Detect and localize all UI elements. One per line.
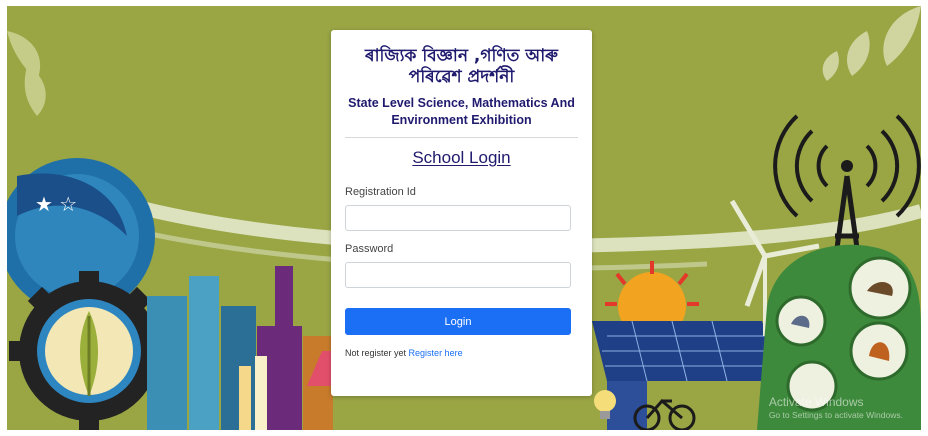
- activate-windows-watermark: Activate Windows Go to Settings to activ…: [769, 395, 903, 420]
- page-title-english: State Level Science, Mathematics And Env…: [348, 96, 575, 127]
- leaf-decoration-right-icon: [822, 6, 921, 81]
- watermark-subtitle: Go to Settings to activate Windows.: [768, 410, 903, 420]
- school-login-heading: School Login: [412, 148, 511, 167]
- register-prompt-line: Not register yet Register here: [345, 348, 578, 358]
- svg-text:★ ☆: ★ ☆: [35, 192, 77, 216]
- page-title-bengali: ৰাজ্যিক বিজ্ঞান ,গণিত আৰু পৰিৱেশ প্ৰদৰ্শ…: [365, 46, 558, 87]
- password-input[interactable]: [345, 262, 571, 288]
- registration-id-input[interactable]: [345, 205, 571, 231]
- password-label: Password: [345, 243, 394, 255]
- register-prompt-text: Not register yet: [345, 348, 407, 358]
- divider: [345, 137, 578, 138]
- login-card: ৰাজ্যিক বিজ্ঞান ,গণিত আৰু পৰিৱেশ প্ৰদৰ্শ…: [331, 30, 592, 396]
- leaf-decoration-left-icon: [7, 31, 46, 116]
- watermark-title: Activate Windows: [768, 395, 864, 409]
- registration-id-label: Registration Id: [345, 186, 416, 198]
- solar-panel-icon: [592, 320, 782, 382]
- login-button[interactable]: Login: [345, 308, 571, 335]
- register-here-link[interactable]: Register here: [409, 348, 463, 358]
